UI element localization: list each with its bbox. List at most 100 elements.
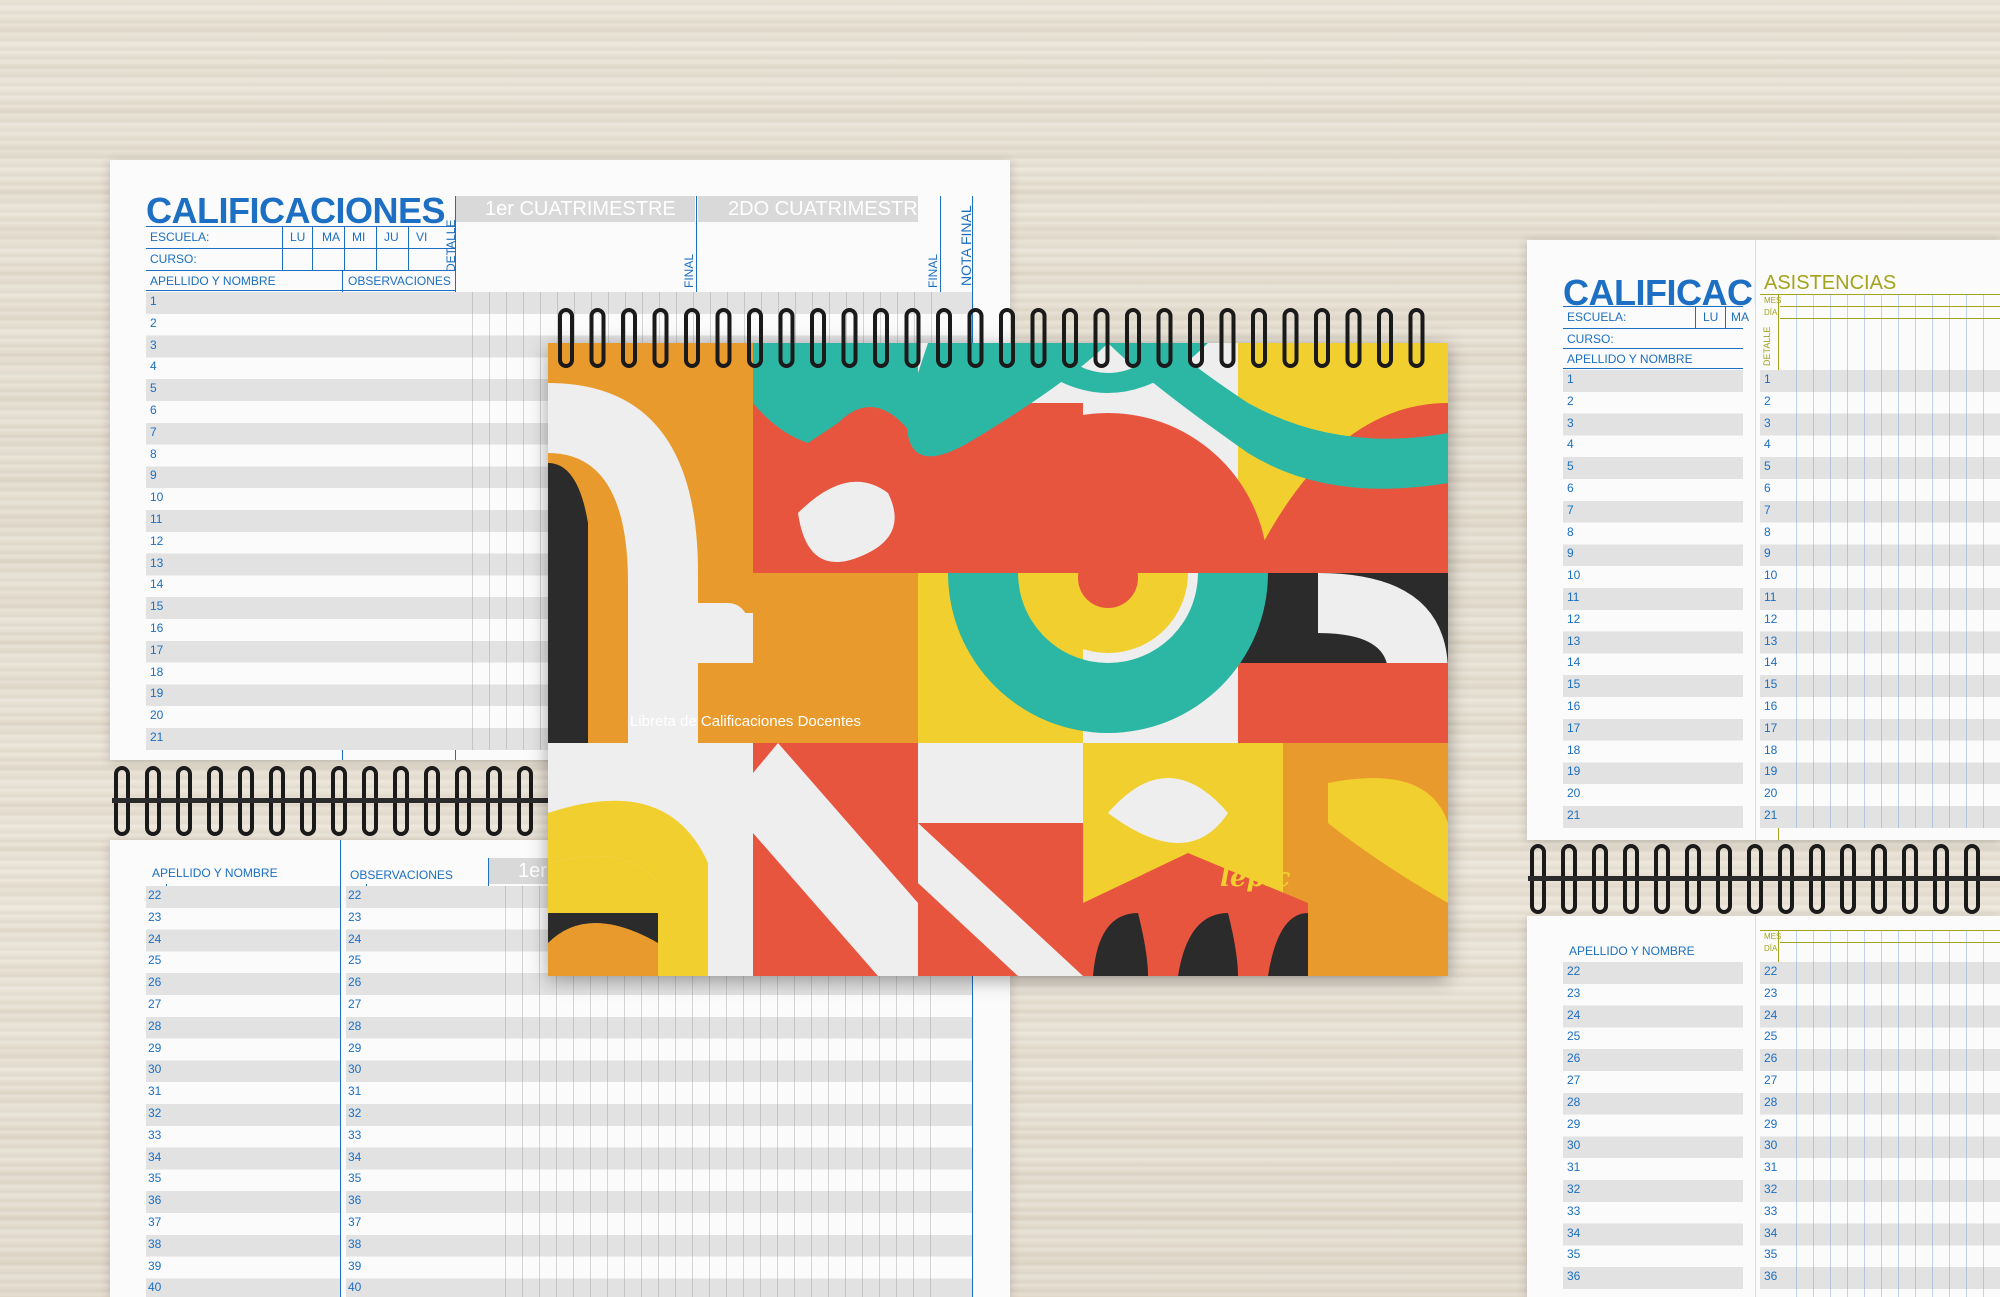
row-number: 37: [348, 1215, 362, 1229]
row-number: 17: [1764, 720, 1778, 735]
row-number: 6: [150, 403, 157, 417]
coil-loop: [1062, 308, 1078, 368]
row-number: 1: [1567, 372, 1574, 386]
row-number: 17: [1567, 720, 1581, 735]
day-ju: JU: [384, 230, 399, 244]
asistencias-title: ASISTENCIAS: [1764, 272, 1897, 294]
coil-loop: [1251, 308, 1267, 368]
row-number: 17: [150, 642, 164, 657]
coil-loop: [715, 308, 732, 368]
right-top-sheet: CALIFICACIO ESCUELA: LU MA CURSO: APELLI…: [1527, 240, 2000, 840]
coil-loop: [967, 308, 984, 368]
row-number: 30: [348, 1062, 362, 1077]
row-number: 7: [1764, 502, 1771, 517]
row-number: 2: [1567, 393, 1574, 408]
spiral-binding-right: [1528, 844, 2000, 914]
row-number: 22: [1567, 964, 1581, 978]
divider: [146, 290, 456, 291]
divider: [1563, 328, 1743, 329]
row-number: 4: [150, 359, 157, 374]
row-number: 12: [150, 533, 164, 548]
row-number: 25: [348, 953, 362, 968]
row-number: 30: [1567, 1138, 1581, 1153]
divider: [1725, 306, 1726, 328]
row-number: 18: [150, 664, 164, 679]
row-number: 23: [148, 909, 162, 924]
row-number: 10: [150, 490, 164, 505]
row-number: 11: [150, 512, 163, 526]
apellido-label: APELLIDO Y NOMBRE: [152, 866, 278, 880]
row-number: 4: [1567, 437, 1574, 452]
row-number: 3: [1764, 415, 1771, 430]
row-number: 31: [1567, 1160, 1581, 1175]
term2-header: 2DO CUATRIMESTRE: [698, 196, 918, 222]
row-number: 34: [1567, 1225, 1581, 1240]
coil-loop: [904, 308, 921, 368]
row-number: 35: [348, 1171, 362, 1186]
row-number: 14: [1764, 655, 1778, 670]
row-number: 23: [348, 909, 362, 924]
asistencias-panel: MES DÍA 22 23 24 25 26 27 28 29 30 31 32…: [1755, 916, 2000, 1297]
row-number: 19: [1567, 764, 1581, 779]
coil-loop: [1282, 308, 1299, 368]
coil-loop: [936, 308, 952, 368]
row-number: 28: [148, 1018, 162, 1033]
coil-loop: [1345, 308, 1362, 368]
row-number: 14: [1567, 655, 1581, 670]
row-number: 12: [1567, 611, 1581, 626]
row-number: 34: [348, 1149, 362, 1164]
row-number: 19: [1764, 764, 1778, 779]
divider: [146, 248, 456, 249]
row-number: 19: [150, 686, 164, 701]
row-number: 8: [1567, 524, 1574, 539]
row-number: 21: [1567, 808, 1581, 822]
day-lu: LU: [1703, 310, 1719, 324]
day-vi: VI: [416, 230, 428, 244]
row-number: 32: [1567, 1182, 1581, 1196]
coil-loop: [684, 308, 700, 368]
divider: [340, 840, 341, 1297]
row-number: 3: [1567, 415, 1574, 430]
coil-loop: [589, 308, 606, 368]
row-number: 11: [1764, 590, 1777, 604]
final-label: FINAL: [682, 253, 696, 288]
row-number: 18: [1567, 742, 1581, 757]
row-number: 27: [1764, 1073, 1778, 1087]
row-number: 16: [1567, 699, 1581, 713]
row-number: 26: [148, 975, 162, 990]
binding-wire: [112, 798, 552, 803]
day-mi: MI: [352, 230, 366, 244]
row-number: 34: [148, 1149, 162, 1164]
divider: [1695, 306, 1696, 328]
row-number: 29: [1567, 1116, 1581, 1131]
row-number: 31: [148, 1084, 162, 1099]
row-number: 15: [1567, 677, 1581, 692]
row-number: 24: [348, 931, 362, 946]
row-number: 26: [1764, 1051, 1778, 1066]
dia-label: DÍA: [1764, 308, 1778, 317]
row-number: 7: [150, 424, 157, 439]
row-number: 31: [348, 1084, 362, 1099]
row-number: 14: [150, 577, 164, 592]
row-number: 6: [1764, 481, 1771, 495]
row-number: 18: [1764, 742, 1778, 757]
row-number: 16: [1764, 699, 1778, 713]
coil-loop: [1377, 308, 1393, 368]
row-number: 22: [348, 888, 362, 902]
row-number: 30: [1764, 1138, 1778, 1153]
row-number: 15: [150, 599, 164, 614]
divider: [1563, 368, 1743, 369]
brand-logo: lepic: [1220, 863, 1291, 893]
row-number: 28: [1764, 1094, 1778, 1109]
row-number: 32: [348, 1106, 362, 1120]
row-number: 8: [1764, 524, 1771, 539]
rows-area: [1563, 962, 1743, 1297]
divider: [312, 226, 313, 270]
coil-loop: [1125, 308, 1141, 368]
row-number: 21: [1764, 808, 1778, 822]
row-number: 22: [1764, 964, 1778, 978]
row-number: 5: [1567, 459, 1574, 474]
row-number: 35: [148, 1171, 162, 1186]
coil-loop: [810, 308, 826, 368]
row-number: 5: [150, 381, 157, 396]
